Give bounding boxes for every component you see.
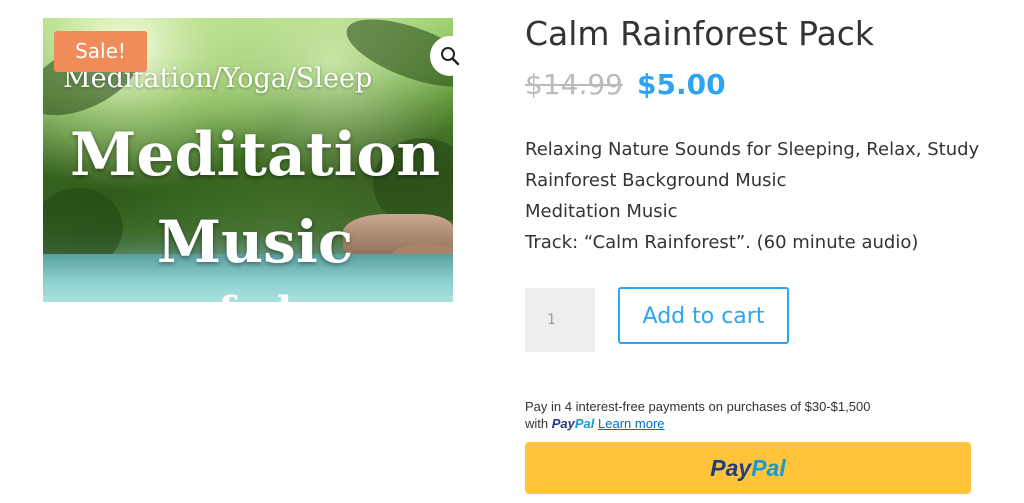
product-title: Calm Rainforest Pack [525, 14, 875, 53]
product-description: Relaxing Nature Sounds for Sleeping, Rel… [525, 134, 995, 258]
quantity-input[interactable] [525, 288, 595, 352]
add-to-cart-button[interactable]: Add to cart [618, 287, 789, 344]
image-title-line1: Meditation [69, 120, 441, 190]
description-line: Meditation Music [525, 201, 678, 222]
image-title-line3: f · l [57, 288, 453, 302]
paypal-pay-later-message: Pay in 4 interest-free payments on purch… [525, 398, 955, 432]
pay-later-text: Pay in 4 interest-free payments on purch… [525, 399, 871, 414]
zoom-button[interactable] [430, 36, 470, 76]
description-line: Track: “Calm Rainforest”. (60 minute aud… [525, 232, 919, 253]
magnifier-icon [441, 47, 460, 66]
paypal-checkout-button[interactable]: PayPal [525, 442, 971, 494]
sale-badge: Sale! [54, 31, 147, 72]
description-line: Rainforest Background Music [525, 170, 787, 191]
paypal-logo: PayPal [710, 454, 786, 481]
paypal-logo: PayPal [551, 416, 595, 431]
image-title-line2: Music [156, 208, 354, 276]
description-line: Relaxing Nature Sounds for Sleeping, Rel… [525, 139, 980, 160]
sale-price: $5.00 [637, 68, 726, 101]
with-text: with [525, 416, 549, 431]
learn-more-link[interactable]: Learn more [598, 416, 664, 431]
regular-price: $14.99 [525, 68, 623, 101]
